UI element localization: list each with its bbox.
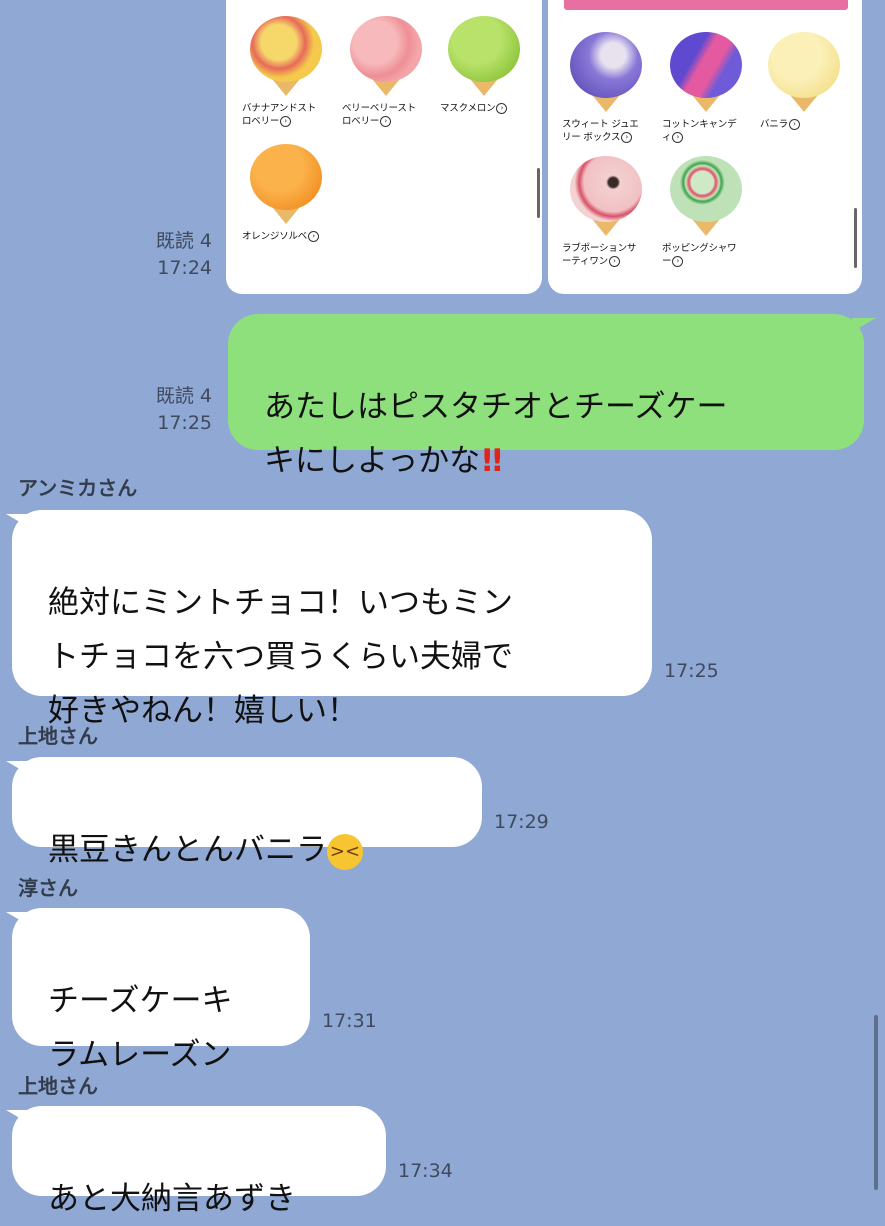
arrow-icon: › <box>280 116 292 127</box>
message-text: あと大納言あずき <box>48 1181 296 1217</box>
incoming-message-bubble[interactable]: 絶対にミントチョコ！いつもミン トチョコを六つ買うくらい夫婦で 好きやねん！嬉し… <box>12 510 652 729</box>
message-text: 絶対にミントチョコ！いつもミン トチョコを六つ買うくらい夫婦で 好きやねん！嬉し… <box>48 585 513 729</box>
double-exclamation-emoji: !! <box>480 443 504 479</box>
message-time: 17:31 <box>322 1010 377 1032</box>
ice-cream-image <box>346 12 426 100</box>
flavor-item[interactable]: ベリーベリースト ロベリー › <box>342 12 432 128</box>
flavor-item[interactable]: ポッピングシャワ ー › <box>662 152 752 268</box>
incoming-message-bubble[interactable]: 黒豆きんとんバニラ >< <box>12 757 482 870</box>
outgoing-message-bubble[interactable]: あたしはピスタチオとチーズケー キにしよっかな!! <box>228 314 864 479</box>
message-time: 17:25 <box>664 660 719 682</box>
arrow-icon: › <box>621 132 633 143</box>
flavor-item[interactable]: バナナアンドスト ロベリー › <box>242 12 332 128</box>
flavor-name: オレンジソルベ › <box>242 230 332 243</box>
flavor-name: ベリーベリースト ロベリー › <box>342 103 416 127</box>
ice-cream-image <box>566 28 646 116</box>
flavor-item[interactable]: マスクメロン › <box>440 12 530 115</box>
flavor-item[interactable]: スウィート ジュエ リー ボックス › <box>562 28 652 144</box>
ice-cream-image <box>246 140 326 228</box>
ice-cream-image <box>666 152 746 240</box>
arrow-icon: › <box>380 116 392 127</box>
arrow-icon: › <box>788 119 800 130</box>
incoming-message-bubble[interactable]: あと大納言あずき <box>12 1106 386 1217</box>
message-time: 17:34 <box>398 1160 453 1182</box>
sender-name: アンミカさん <box>18 476 138 500</box>
sender-name: 淳さん <box>18 876 78 900</box>
flavor-item[interactable]: ラブポーションサ ーティワン › <box>562 152 652 268</box>
ice-cream-image <box>764 28 844 116</box>
flavor-name: マスクメロン › <box>440 102 530 115</box>
sender-name: 上地さん <box>18 1074 98 1098</box>
ice-cream-image <box>444 12 524 100</box>
message-time: 17:24 <box>157 257 212 279</box>
shared-image-card-left[interactable]: バナナアンドスト ロベリー › ベリーベリースト ロベリー › マスクメロン › オレ… <box>226 0 542 294</box>
flavor-name: コットンキャンデ ィ › <box>662 119 737 143</box>
chat-scrollbar[interactable] <box>874 1015 878 1190</box>
arrow-icon: › <box>496 103 508 114</box>
ice-cream-image <box>566 152 646 240</box>
read-receipt: 既読 4 17:25 <box>120 383 212 437</box>
ice-cream-image <box>246 12 326 100</box>
sender-name: 上地さん <box>18 724 98 748</box>
shared-image-card-right[interactable]: スウィート ジュエ リー ボックス › コットンキャンデ ィ › バニラ › ラブポー… <box>548 0 862 294</box>
ice-cream-image <box>666 28 746 116</box>
read-count: 既読 4 <box>155 385 212 407</box>
card-scrollbar[interactable] <box>854 208 857 268</box>
flavor-name: ポッピングシャワ ー › <box>662 243 737 267</box>
flavor-name: ラブポーションサ ーティワン › <box>562 243 637 267</box>
flavor-item[interactable]: バニラ › <box>760 28 850 131</box>
card-scrollbar[interactable] <box>537 168 540 218</box>
arrow-icon: › <box>672 132 684 143</box>
flavor-name: スウィート ジュエ リー ボックス › <box>562 119 639 143</box>
flavor-item[interactable]: コットンキャンデ ィ › <box>662 28 752 144</box>
grinning-squinting-emoji: >< <box>327 833 363 870</box>
arrow-icon: › <box>672 256 684 267</box>
read-count: 既読 4 <box>155 230 212 252</box>
bubble-tail <box>852 318 876 332</box>
flavor-name: バナナアンドスト ロベリー › <box>242 103 317 127</box>
message-text: チーズケーキ ラムレーズン <box>48 983 233 1073</box>
message-time: 17:25 <box>157 412 212 434</box>
category-banner <box>564 0 848 10</box>
arrow-icon: › <box>308 231 320 242</box>
flavor-name: バニラ › <box>760 118 850 131</box>
incoming-message-bubble[interactable]: チーズケーキ ラムレーズン <box>12 908 310 1073</box>
read-receipt: 既読 4 17:24 <box>120 228 212 282</box>
arrow-icon: › <box>608 256 620 267</box>
message-time: 17:29 <box>494 811 549 833</box>
message-text: 黒豆きんとんバニラ <box>48 832 327 868</box>
flavor-item[interactable]: オレンジソルベ › <box>242 140 332 243</box>
